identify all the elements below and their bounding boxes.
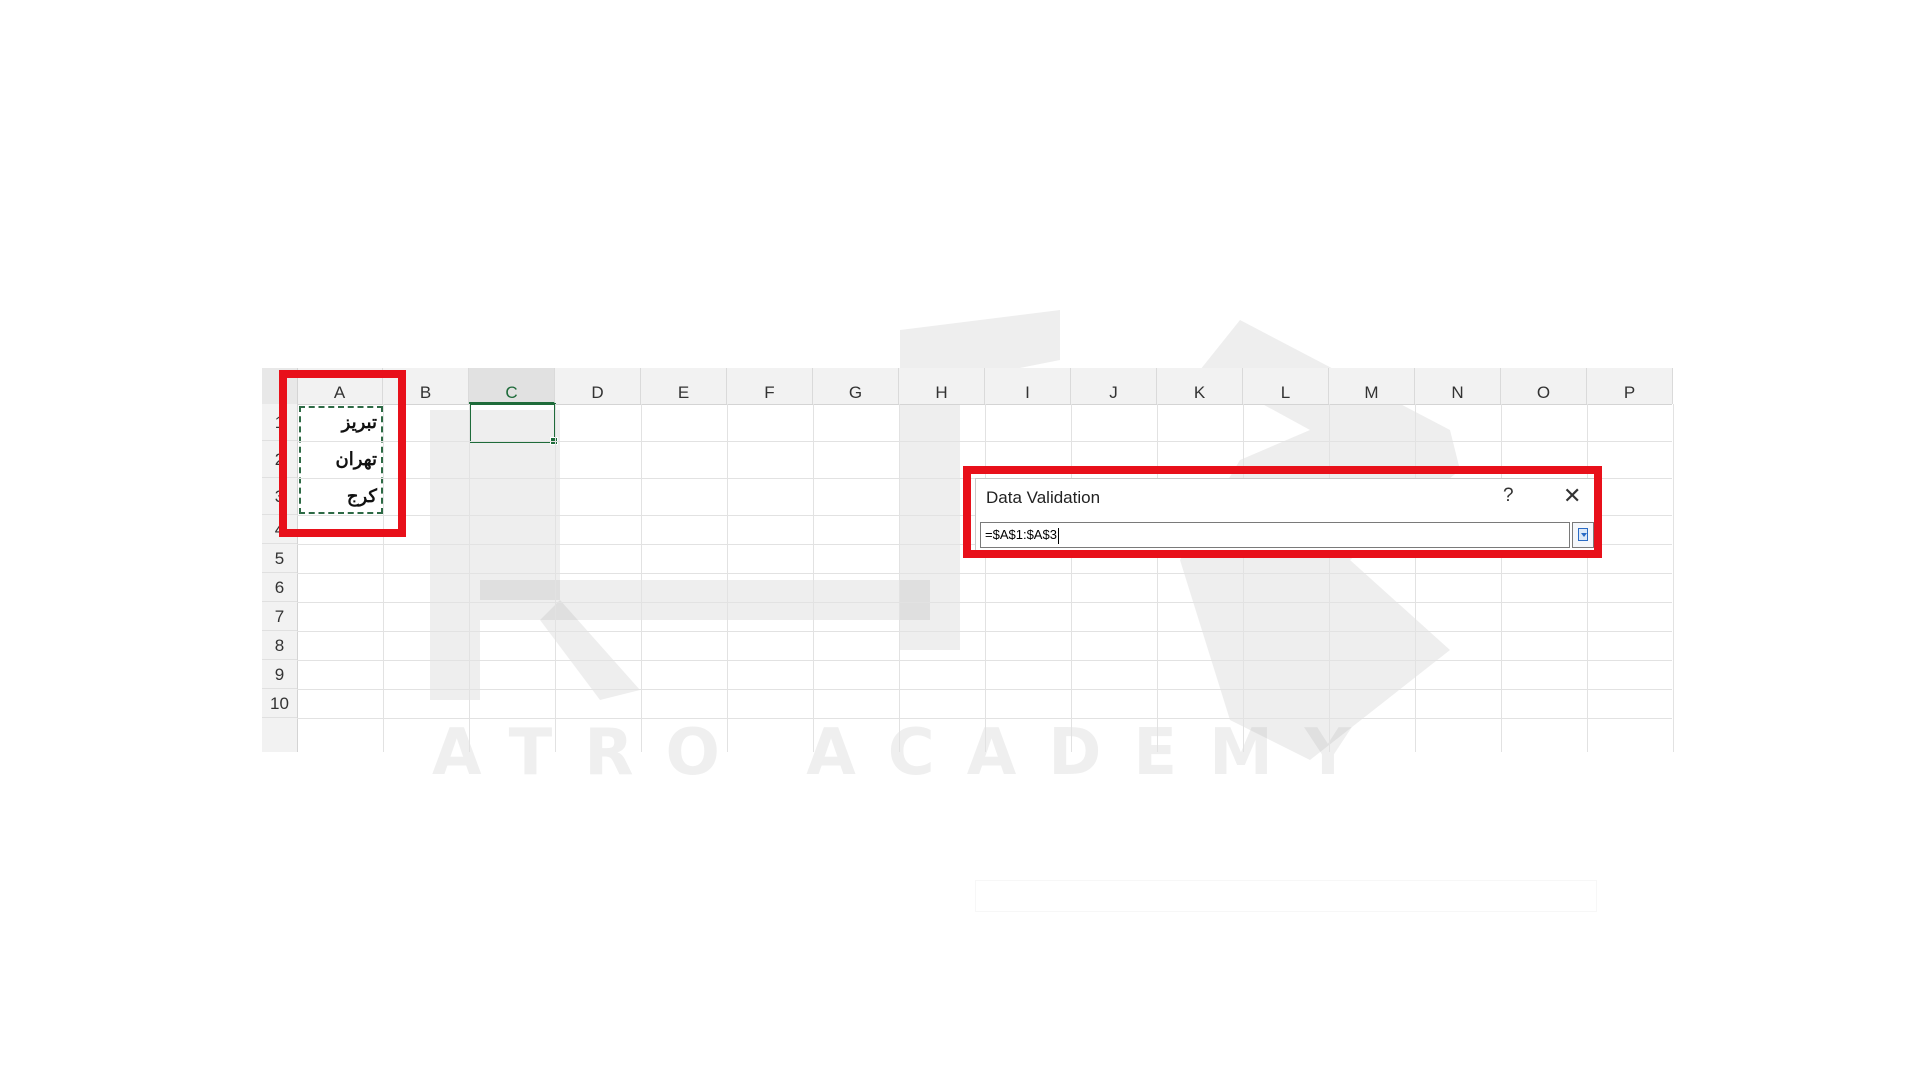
grid-hline [297, 631, 1672, 632]
grid-vline [813, 404, 814, 752]
column-header-m[interactable]: M [1329, 368, 1415, 404]
grid-hline [297, 689, 1672, 690]
column-header-d[interactable]: D [555, 368, 641, 404]
column-header-i[interactable]: I [985, 368, 1071, 404]
column-header-n[interactable]: N [1415, 368, 1501, 404]
column-header-f[interactable]: F [727, 368, 813, 404]
column-header-j[interactable]: J [1071, 368, 1157, 404]
row-header-5[interactable]: 5 [262, 544, 297, 573]
grid-hline [297, 718, 1672, 719]
cell-grid[interactable]: تبریز تهران کرج [297, 403, 1674, 752]
reflection [262, 740, 1672, 960]
grid-vline [1071, 404, 1072, 752]
row-header-6[interactable]: 6 [262, 573, 297, 602]
grid-vline [899, 404, 900, 752]
grid-vline [1501, 404, 1502, 752]
column-header-p[interactable]: P [1587, 368, 1673, 404]
grid-vline [985, 404, 986, 752]
grid-vline [555, 404, 556, 752]
grid-vline [641, 404, 642, 752]
row-header-8[interactable]: 8 [262, 631, 297, 660]
grid-hline [297, 602, 1672, 603]
row-header-10[interactable]: 10 [262, 689, 297, 718]
grid-hline [297, 660, 1672, 661]
grid-vline [469, 404, 470, 752]
grid-hline [297, 573, 1672, 574]
column-header-o[interactable]: O [1501, 368, 1587, 404]
column-header-g[interactable]: G [813, 368, 899, 404]
row-header-9[interactable]: 9 [262, 660, 297, 689]
grid-vline [1329, 404, 1330, 752]
column-header-l[interactable]: L [1243, 368, 1329, 404]
highlight-column-a [279, 370, 406, 537]
active-cell-c1[interactable] [469, 403, 558, 445]
column-header-h[interactable]: H [899, 368, 985, 404]
column-header-k[interactable]: K [1157, 368, 1243, 404]
row-header-7[interactable]: 7 [262, 602, 297, 631]
grid-vline [1415, 404, 1416, 752]
grid-vline [1587, 404, 1588, 752]
grid-vline [1243, 404, 1244, 752]
grid-vline [727, 404, 728, 752]
grid-hline [297, 441, 1672, 442]
highlight-dialog [963, 466, 1602, 558]
column-header-e[interactable]: E [641, 368, 727, 404]
grid-vline [1157, 404, 1158, 752]
column-header-c[interactable]: C [469, 368, 555, 404]
grid-vline [1673, 404, 1674, 752]
reflection-dialog [975, 880, 1597, 912]
